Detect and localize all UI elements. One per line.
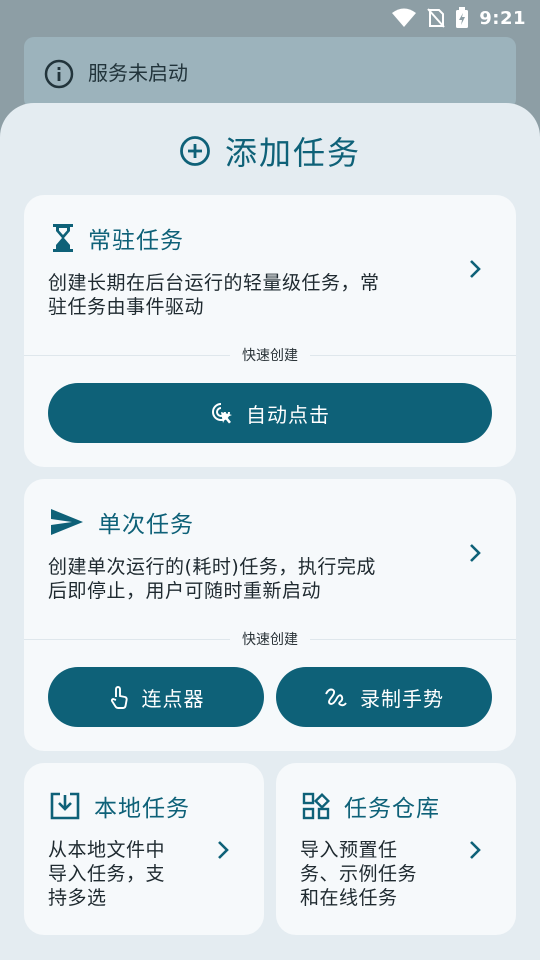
wifi-icon [392, 8, 417, 27]
chevron-right-icon[interactable] [468, 839, 482, 861]
resident-task-header: 常驻任务 [52, 221, 184, 255]
add-task-sheet: 添加任务 常驻任务 创建长期在后台运行的轻量级任务，常 驻任务由事件驱动 快速创… [0, 103, 540, 960]
gesture-icon [325, 688, 347, 707]
oneshot-task-card[interactable]: 单次任务 创建单次运行的(耗时)任务，执行完成 后即停止，用户可随时重新启动 快… [24, 479, 516, 751]
chevron-right-icon[interactable] [468, 258, 482, 280]
sheet-title: 添加任务 [0, 131, 540, 172]
resident-task-title: 常驻任务 [88, 228, 184, 254]
service-status-banner[interactable]: 服务未启动 [24, 37, 516, 109]
oneshot-desc-line2: 后即停止，用户可随时重新启动 [48, 580, 322, 602]
status-time: 9:21 [479, 7, 526, 29]
repo-desc-line1: 导入预置任 [300, 839, 398, 861]
task-repository-card[interactable]: 任务仓库 导入预置任 务、示例任务 和在线任务 [276, 763, 516, 935]
status-bar: 9:21 [0, 0, 540, 36]
local-tasks-card[interactable]: 本地任务 从本地文件中 导入任务，支 持多选 [24, 763, 264, 935]
battery-charging-icon [456, 7, 469, 28]
resident-task-card[interactable]: 常驻任务 创建长期在后台运行的轻量级任务，常 驻任务由事件驱动 快速创建 自动点… [24, 195, 516, 467]
banner-text: 服务未启动 [88, 61, 188, 85]
info-icon [44, 59, 74, 89]
local-desc-line2: 导入任务，支 [48, 863, 166, 885]
record-gesture-button[interactable]: 录制手势 [276, 667, 492, 727]
repo-desc-line3: 和在线任务 [300, 887, 398, 909]
record-gesture-label: 录制手势 [360, 686, 444, 711]
touch-icon [110, 686, 128, 709]
grid-icon [302, 792, 330, 820]
resident-desc-line2: 驻任务由事件驱动 [48, 296, 205, 318]
clicker-label: 连点器 [141, 686, 205, 711]
auto-click-button[interactable]: 自动点击 [48, 383, 492, 443]
quick-create-divider: 快速创建 [24, 629, 516, 649]
tap-target-icon [212, 403, 232, 424]
oneshot-task-description: 创建单次运行的(耗时)任务，执行完成 后即停止，用户可随时重新启动 [48, 555, 448, 603]
local-tasks-title: 本地任务 [94, 796, 190, 822]
chevron-right-icon[interactable] [216, 839, 230, 861]
no-sim-icon [427, 8, 445, 28]
auto-click-label: 自动点击 [246, 402, 330, 427]
quick-create-label: 快速创建 [230, 629, 310, 649]
repo-desc-line2: 务、示例任务 [300, 863, 418, 885]
local-tasks-header: 本地任务 [50, 789, 190, 823]
send-icon [51, 509, 83, 535]
task-repository-title: 任务仓库 [344, 796, 440, 822]
local-desc-line1: 从本地文件中 [48, 839, 166, 861]
import-icon [50, 792, 80, 820]
hourglass-icon [53, 224, 73, 252]
resident-desc-line1: 创建长期在后台运行的轻量级任务，常 [48, 272, 380, 294]
quick-create-divider: 快速创建 [24, 345, 516, 365]
oneshot-task-title: 单次任务 [98, 512, 194, 538]
local-desc-line3: 持多选 [48, 887, 107, 909]
local-tasks-description: 从本地文件中 导入任务，支 持多选 [48, 838, 198, 910]
quick-create-label: 快速创建 [230, 345, 310, 365]
clicker-button[interactable]: 连点器 [48, 667, 264, 727]
oneshot-task-header: 单次任务 [50, 505, 194, 539]
add-circle-icon [180, 136, 210, 166]
resident-task-description: 创建长期在后台运行的轻量级任务，常 驻任务由事件驱动 [48, 271, 448, 319]
chevron-right-icon[interactable] [468, 542, 482, 564]
task-repository-description: 导入预置任 务、示例任务 和在线任务 [300, 838, 450, 910]
oneshot-desc-line1: 创建单次运行的(耗时)任务，执行完成 [48, 556, 376, 578]
task-repository-header: 任务仓库 [302, 789, 440, 823]
sheet-title-text: 添加任务 [224, 134, 361, 172]
